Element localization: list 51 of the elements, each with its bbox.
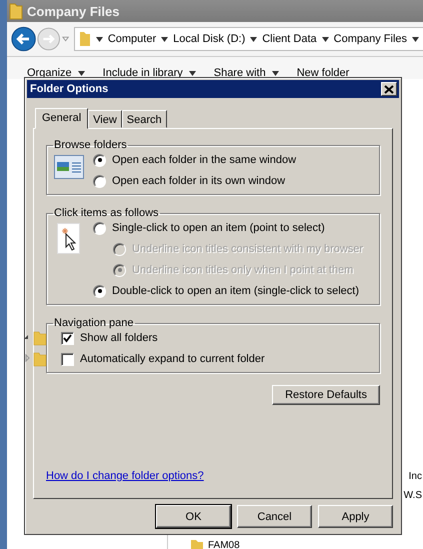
checkbox[interactable] bbox=[61, 332, 74, 344]
caret-icon[interactable] bbox=[250, 36, 258, 42]
breadcrumb-item[interactable]: Local Disk (D:) bbox=[173, 33, 246, 45]
checkbox[interactable] bbox=[61, 352, 74, 366]
history-caret-icon[interactable] bbox=[62, 36, 69, 42]
radio-button[interactable] bbox=[93, 284, 106, 298]
radio-button[interactable] bbox=[93, 174, 106, 188]
group-title: Click items as follows bbox=[53, 207, 160, 219]
radio-button[interactable] bbox=[93, 222, 106, 234]
breadcrumb-item[interactable]: Computer bbox=[108, 33, 156, 45]
option-label[interactable]: Open each folder in the same window bbox=[112, 154, 296, 166]
toolbar-button[interactable]: Share with bbox=[214, 67, 266, 79]
caret-icon[interactable] bbox=[161, 36, 168, 42]
option-label[interactable]: Open each folder in its own window bbox=[112, 175, 286, 187]
back-button[interactable] bbox=[11, 25, 36, 53]
dialog-button[interactable]: Apply bbox=[318, 505, 393, 528]
group-title: Browse folders bbox=[53, 139, 128, 151]
dialog-title: Folder Options bbox=[30, 83, 108, 95]
breadcrumb-item[interactable]: Company Files bbox=[334, 33, 408, 45]
toolbar-button[interactable]: Organize bbox=[27, 67, 72, 79]
folder-icon bbox=[9, 2, 23, 20]
folder-name[interactable]: FAM08 bbox=[208, 540, 240, 549]
toolbar-button[interactable]: New folder bbox=[296, 67, 350, 79]
caret-icon[interactable] bbox=[412, 36, 420, 42]
tab[interactable]: General bbox=[35, 108, 88, 129]
dialog-button[interactable]: Cancel bbox=[237, 505, 312, 528]
folder-icon bbox=[190, 539, 204, 549]
option-label[interactable]: Double-click to open an item (single-click to select) bbox=[112, 285, 359, 297]
caret-icon[interactable] bbox=[96, 36, 103, 42]
option-label[interactable]: Single-click to open an item (point to select) bbox=[112, 222, 325, 234]
window-icon bbox=[54, 155, 84, 179]
help-link[interactable]: How do I change folder options? bbox=[46, 470, 204, 482]
file-name-text: W.S bbox=[404, 490, 422, 501]
caret-icon[interactable] bbox=[322, 36, 329, 42]
folder-icon bbox=[78, 31, 91, 47]
restore-defaults-button[interactable]: Restore Defaults bbox=[272, 385, 380, 405]
breadcrumb-item[interactable]: Client Data bbox=[262, 33, 317, 45]
option-label[interactable]: Automatically expand to current folder bbox=[80, 353, 265, 365]
tab[interactable]: Search bbox=[122, 110, 167, 128]
option-label[interactable]: Show all folders bbox=[80, 332, 158, 344]
close-button[interactable] bbox=[381, 82, 397, 96]
radio-button[interactable] bbox=[93, 154, 106, 166]
toolbar-button[interactable]: Include in library bbox=[102, 67, 183, 79]
window-title: Company Files bbox=[27, 4, 120, 18]
dialog-button[interactable]: OK bbox=[156, 505, 231, 528]
group-title: Navigation pane bbox=[53, 317, 135, 329]
file-name-text: Inc bbox=[408, 471, 422, 482]
pointer-icon bbox=[57, 223, 81, 255]
address-bar[interactable]: Computer Local Disk (D:) Client Data Company Files bbox=[74, 27, 423, 51]
collapsed-folder-icon bbox=[23, 351, 49, 367]
tab[interactable]: View bbox=[88, 110, 122, 128]
